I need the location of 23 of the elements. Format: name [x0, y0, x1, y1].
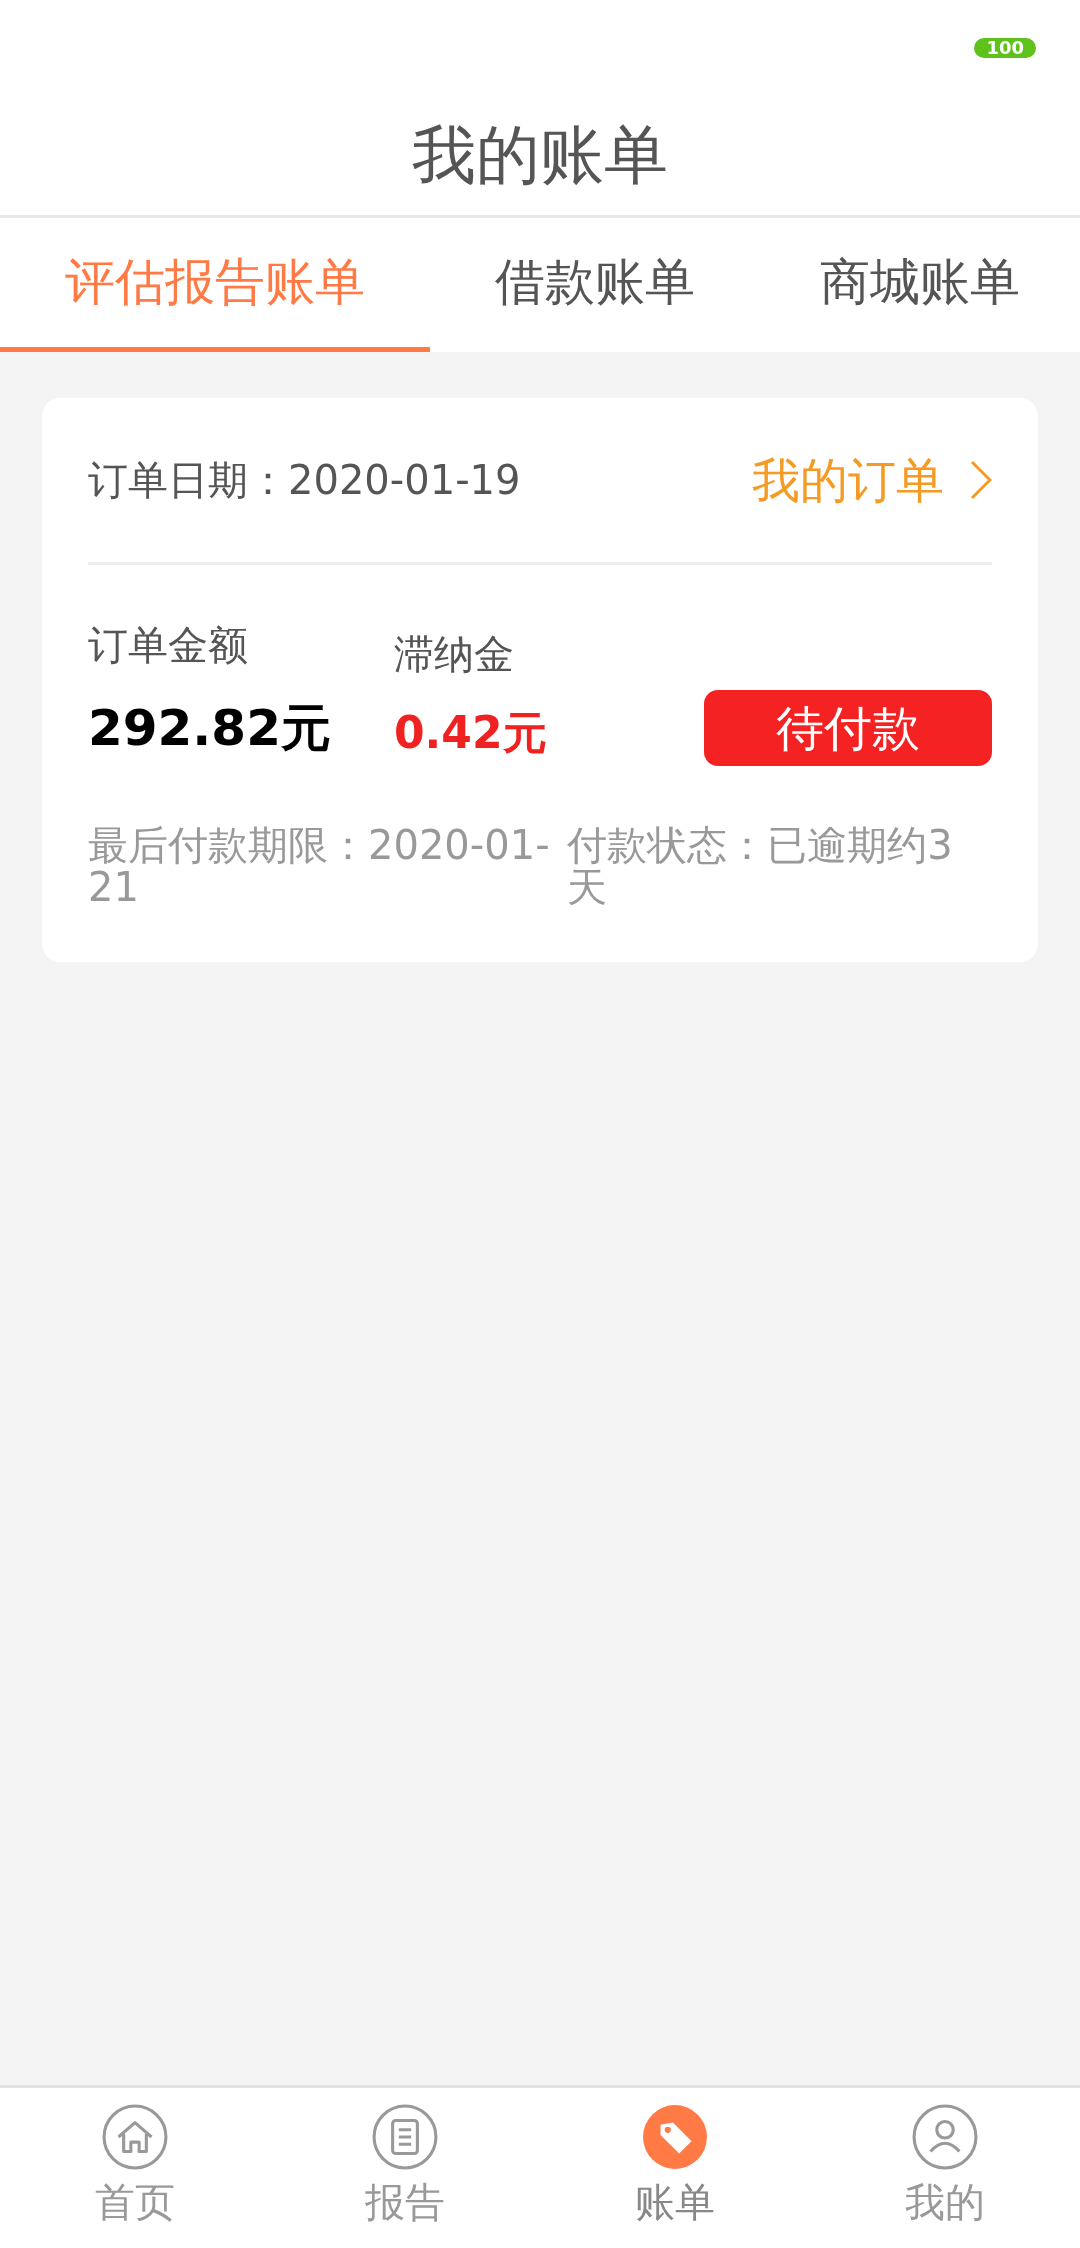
battery-indicator: 100 — [974, 37, 1036, 58]
tab[interactable]: 借款账单 — [430, 218, 760, 352]
home-icon — [102, 2104, 168, 2170]
order-amount: 292.82元 — [88, 698, 332, 759]
tab[interactable]: 商城账单 — [760, 218, 1080, 352]
late-fee-amount: 0.42元 — [394, 706, 548, 760]
person-icon — [912, 2104, 978, 2170]
document-icon — [372, 2104, 438, 2170]
pay-button[interactable]: 待付款 — [704, 690, 992, 766]
payment-status: 付款状态：已逾期约3天 — [567, 824, 954, 908]
page-title: 我的账单 — [412, 123, 668, 187]
payment-deadline: 最后付款期限：2020-01-21 — [88, 824, 551, 908]
tab[interactable]: 评估报告账单 — [0, 218, 430, 352]
nav-tab[interactable]: 我的 — [810, 2088, 1080, 2248]
nav-tab[interactable]: 首页 — [0, 2088, 270, 2248]
order-date: 订单日期：2020-01-19 — [88, 456, 521, 505]
my-orders-link[interactable]: 我的订单 — [752, 444, 992, 516]
amount-label: 订单金额 — [88, 621, 249, 670]
late-fee-label: 滞纳金 — [394, 630, 515, 679]
nav-tab[interactable]: 报告 — [270, 2088, 540, 2248]
nav-tab[interactable]: 账单 — [540, 2088, 810, 2248]
chevron-icon — [970, 460, 992, 500]
tag-icon — [642, 2104, 708, 2170]
